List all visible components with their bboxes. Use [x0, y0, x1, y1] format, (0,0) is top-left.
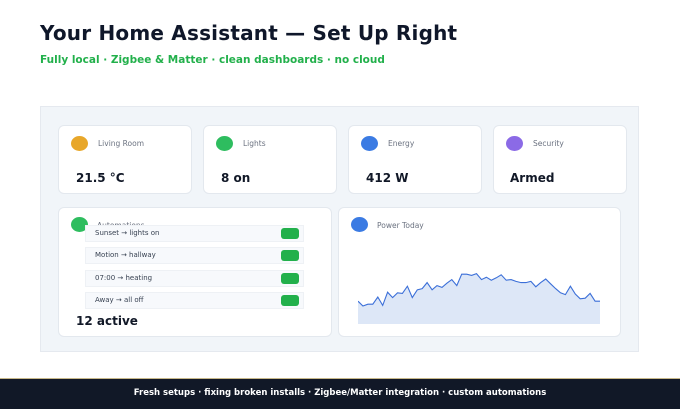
automation-toggle[interactable]: [281, 295, 299, 306]
card-label: Lights: [243, 139, 266, 148]
automation-label: Motion → hallway: [95, 251, 156, 259]
bolt-icon: [361, 136, 378, 151]
automation-label: 07:00 → heating: [95, 274, 153, 282]
thermometer-icon: [71, 136, 88, 151]
card-value: 412 W: [366, 171, 409, 185]
power-area: [358, 273, 600, 324]
automation-row[interactable]: Sunset → lights on: [85, 225, 304, 242]
card-value: 21.5 °C: [76, 171, 125, 185]
card-label: Living Room: [98, 139, 145, 148]
automation-label: Away → all off: [95, 296, 144, 304]
card-value: 8 on: [221, 171, 251, 185]
page-title: Your Home Assistant — Set Up Right: [40, 21, 458, 45]
light-bulb-icon: [216, 136, 233, 151]
card-label: Energy: [388, 139, 415, 148]
automation-toggle[interactable]: [281, 250, 299, 261]
power-today-label: Power Today: [377, 221, 424, 230]
power-sparkline: [358, 272, 600, 324]
automation-label: Sunset → lights on: [95, 229, 160, 237]
automations-count: 12 active: [76, 314, 138, 328]
footer-banner: Fresh setups · fixing broken installs · …: [0, 378, 680, 409]
automation-row[interactable]: Away → all off: [85, 292, 304, 309]
shield-icon: [506, 136, 523, 151]
card-label: Security: [533, 139, 564, 148]
page-subtitle: Fully local · Zigbee & Matter · clean da…: [40, 54, 385, 66]
automation-row[interactable]: Motion → hallway: [85, 247, 304, 264]
card-value: Armed: [510, 171, 555, 185]
automation-toggle[interactable]: [281, 228, 299, 239]
automation-toggle[interactable]: [281, 273, 299, 284]
footer-text: Fresh setups · fixing broken installs · …: [133, 388, 547, 398]
automation-row[interactable]: 07:00 → heating: [85, 270, 304, 287]
power-icon: [351, 217, 368, 232]
